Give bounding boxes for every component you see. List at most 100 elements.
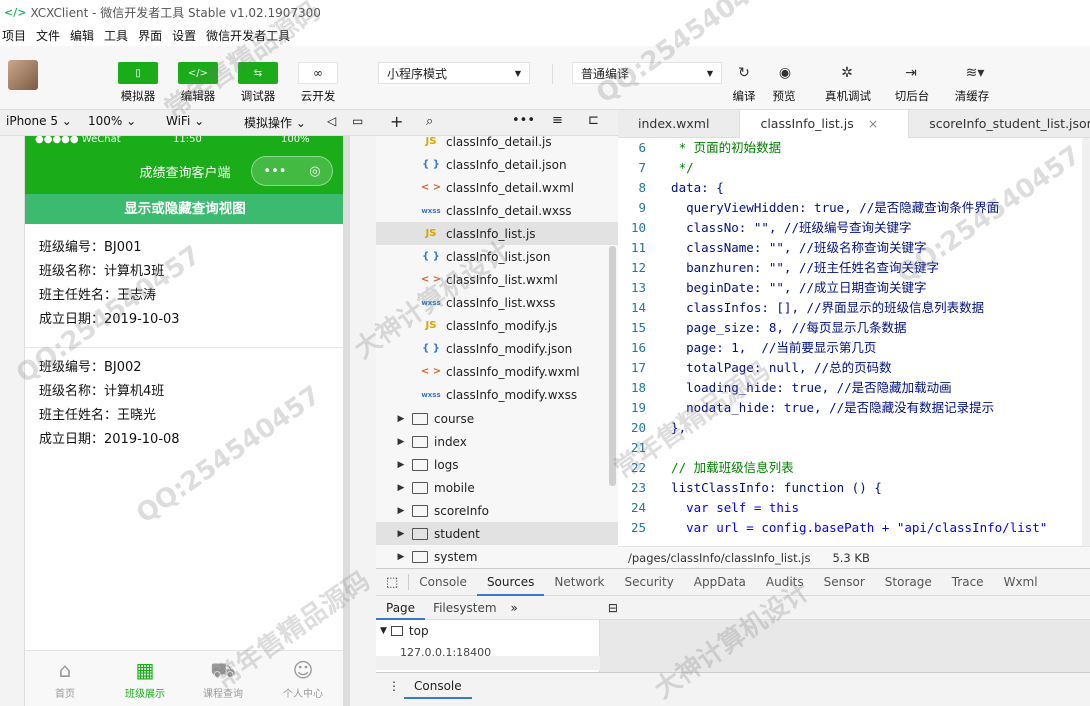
- folder-item-mobile[interactable]: ▶ mobile: [376, 476, 618, 499]
- devtools-tab-storage[interactable]: Storage: [875, 568, 942, 596]
- drawer-tab-console[interactable]: Console: [404, 673, 472, 699]
- menu-settings[interactable]: 设置: [172, 27, 196, 44]
- tab-class-display[interactable]: ▦ 班级展示: [115, 655, 175, 700]
- tab-course-query[interactable]: ⛟ 课程查询: [193, 655, 253, 700]
- layers-icon[interactable]: ≋▾: [960, 63, 990, 83]
- close-circle-icon[interactable]: ◎: [309, 164, 320, 179]
- chevron-right-icon: ▶: [397, 459, 405, 470]
- wx-capsule[interactable]: ••• ◎: [251, 156, 333, 186]
- preview-label[interactable]: 预览: [754, 88, 814, 104]
- eye-icon[interactable]: ◉: [774, 63, 796, 83]
- file-item[interactable]: JS classInfo_detail.js: [376, 136, 618, 153]
- menu-devtools[interactable]: 微信开发者工具: [206, 27, 290, 44]
- folder-name: scoreInfo: [434, 503, 489, 518]
- menu-project[interactable]: 项目: [2, 27, 26, 44]
- file-item[interactable]: wxss classInfo_detail.wxss: [376, 199, 618, 222]
- toggle-sidebar-icon[interactable]: ⊟: [608, 601, 618, 615]
- file-item[interactable]: < > classInfo_modify.wxml: [376, 360, 618, 383]
- sources-tab-filesystem[interactable]: Filesystem: [425, 601, 504, 615]
- folder-item-scoreinfo[interactable]: ▶ scoreInfo: [376, 499, 618, 522]
- menu-edit[interactable]: 编辑: [70, 27, 94, 44]
- mode-select[interactable]: 小程序模式 ▼: [378, 62, 530, 84]
- simulator-toggle-button[interactable]: ▯: [118, 62, 158, 84]
- file-item[interactable]: { } classInfo_detail.json: [376, 153, 618, 176]
- class-card[interactable]: 班级编号：BJ002 班级名称：计算机4班 班主任姓名：王晓光 成立日期：201…: [25, 356, 343, 456]
- split-icon[interactable]: ⊏: [588, 113, 599, 128]
- collapse-icon[interactable]: ≡: [552, 113, 563, 128]
- folder-item-course[interactable]: ▶ course: [376, 407, 618, 430]
- folder-item-index[interactable]: ▶ index: [376, 430, 618, 453]
- code-line: 13 beginDate: "", //成立日期查询关键字: [618, 278, 1090, 298]
- editor-toggle-button[interactable]: </>: [178, 62, 218, 84]
- file-item[interactable]: wxss classInfo_list.wxss: [376, 291, 618, 314]
- tab-profile[interactable]: ☺ 个人中心: [273, 655, 333, 700]
- devtools-tab-console[interactable]: Console: [409, 568, 477, 596]
- add-icon[interactable]: +: [390, 112, 403, 131]
- tab-home[interactable]: ⌂ 首页: [35, 655, 95, 700]
- file-item[interactable]: wxss classInfo_modify.wxss: [376, 383, 618, 406]
- folder-name: mobile: [434, 480, 475, 495]
- folder-icon: [412, 412, 428, 425]
- file-item[interactable]: { } classInfo_modify.json: [376, 337, 618, 360]
- refresh-icon[interactable]: ↻: [733, 63, 755, 83]
- navigator-hscrollbar[interactable]: [376, 656, 600, 670]
- file-item[interactable]: < > classInfo_detail.wxml: [376, 176, 618, 199]
- folder-item-student[interactable]: ▶ student: [376, 522, 618, 545]
- simulator-scrollbar[interactable]: [344, 136, 350, 706]
- tab-index-wxml[interactable]: index.wxml: [618, 110, 741, 138]
- background-label[interactable]: 切后台: [882, 88, 942, 104]
- menu-tools[interactable]: 工具: [104, 27, 128, 44]
- cloud-dev-button[interactable]: ∞: [298, 62, 338, 84]
- debugger-toggle-button[interactable]: ⇆: [238, 62, 278, 84]
- compile-select[interactable]: 普通编译 ▼: [572, 62, 722, 84]
- more-tabs-icon[interactable]: »: [505, 601, 524, 615]
- bug-icon[interactable]: ✲: [836, 63, 858, 83]
- frame-host[interactable]: 127.0.0.1:18400: [400, 646, 491, 656]
- real-debug-label[interactable]: 真机调试: [818, 88, 878, 104]
- class-card[interactable]: 班级编号：BJ001 班级名称：计算机3班 班主任姓名：王志涛 成立日期：201…: [25, 236, 343, 348]
- volume-icon[interactable]: ◁: [327, 114, 336, 128]
- clear-cache-label[interactable]: 清缓存: [942, 88, 1002, 104]
- file-item[interactable]: JS classInfo_modify.js: [376, 314, 618, 337]
- network-select[interactable]: WiFi ⌄: [166, 114, 204, 128]
- code-line: 17 totalPage: null, //总的页码数: [618, 358, 1090, 378]
- file-item[interactable]: < > classInfo_list.wxml: [376, 268, 618, 291]
- user-avatar[interactable]: [8, 60, 38, 90]
- sim-ops-select[interactable]: 模拟操作 ⌄: [244, 114, 306, 131]
- menu-file[interactable]: 文件: [36, 27, 60, 44]
- file-item[interactable]: { } classInfo_list.json: [376, 245, 618, 268]
- menu-view[interactable]: 界面: [138, 27, 162, 44]
- zoom-select[interactable]: 100% ⌄: [88, 114, 136, 128]
- devtools-tab-network[interactable]: Network: [544, 568, 614, 596]
- folder-item-logs[interactable]: ▶ logs: [376, 453, 618, 476]
- devtools-tab-appdata[interactable]: AppData: [684, 568, 756, 596]
- inspect-icon[interactable]: ⬚: [376, 575, 408, 590]
- close-icon[interactable]: ×: [868, 116, 878, 131]
- file-item-selected[interactable]: JS classInfo_list.js: [376, 222, 618, 245]
- devtools-tab-sources[interactable]: Sources: [476, 568, 545, 596]
- window-icon[interactable]: ▭: [352, 114, 363, 128]
- code-editor[interactable]: 6 * 页面的初始数据 7 */ 8 data: { 9 queryViewHi…: [618, 138, 1090, 546]
- more-dots-icon[interactable]: •••: [263, 164, 286, 179]
- background-icon[interactable]: ⇥: [900, 63, 922, 83]
- devtools-tab-audits[interactable]: Audits: [756, 568, 814, 596]
- line-number: 10: [630, 220, 646, 235]
- sources-tab-page[interactable]: Page: [376, 596, 426, 620]
- tab-classinfo-list-js[interactable]: classInfo_list.js ×: [740, 110, 910, 138]
- folder-item-system[interactable]: ▶ system: [376, 545, 618, 568]
- editor-scrollbar[interactable]: [1082, 138, 1090, 546]
- tab-scoreinfo-student-list-json[interactable]: scoreInfo_student_list.json: [909, 110, 1090, 138]
- frame-top[interactable]: ▼ top: [380, 624, 429, 638]
- devtools-tab-sensor[interactable]: Sensor: [814, 568, 875, 596]
- devtools-tab-trace[interactable]: Trace: [942, 568, 994, 596]
- more-icon[interactable]: •••: [512, 113, 535, 128]
- drawer-menu-icon[interactable]: ⋮: [388, 679, 400, 693]
- frame-icon: [390, 626, 403, 636]
- devtools-tab-wxml[interactable]: Wxml: [994, 568, 1048, 596]
- wxss-file-icon: wxss: [421, 298, 441, 307]
- device-select[interactable]: iPhone 5 ⌄: [6, 114, 72, 128]
- toggle-query-view-button[interactable]: 显示或隐藏查询视图: [25, 194, 343, 224]
- devtools-tab-security[interactable]: Security: [615, 568, 684, 596]
- file-tree-scrollbar[interactable]: [609, 246, 616, 486]
- search-icon[interactable]: ⌕: [426, 114, 433, 129]
